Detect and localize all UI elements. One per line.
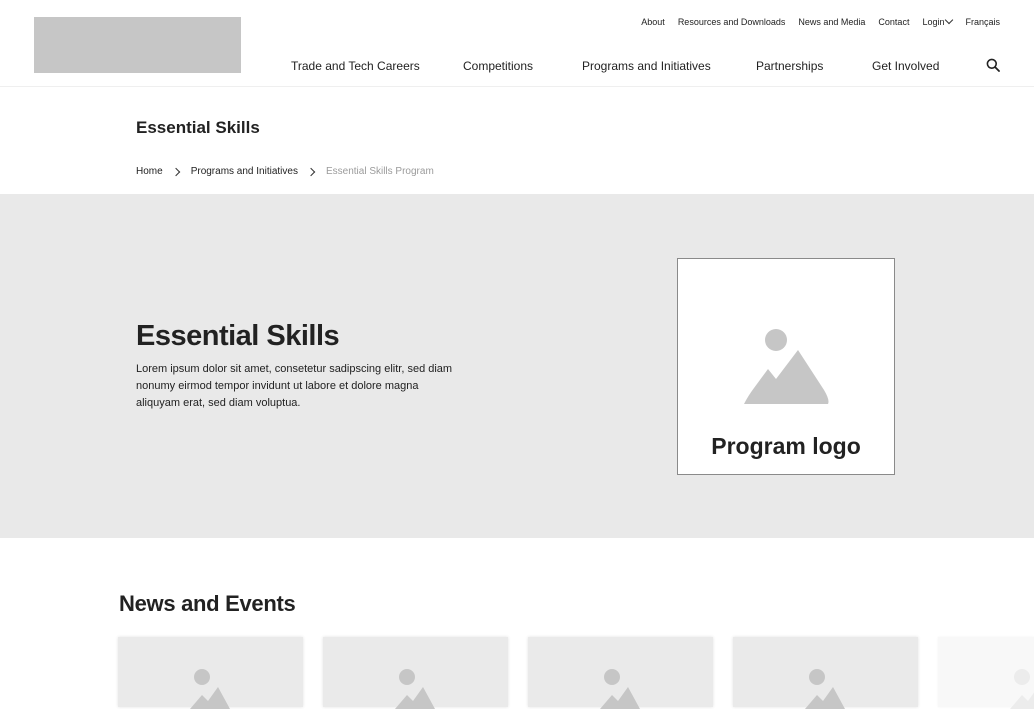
nav-item-get-involved[interactable]: Get Involved xyxy=(872,59,939,73)
image-placeholder-icon xyxy=(805,669,845,709)
nav-item-competitions[interactable]: Competitions xyxy=(463,59,533,73)
breadcrumb-home[interactable]: Home xyxy=(136,166,163,177)
nav-item-trade-tech-careers[interactable]: Trade and Tech Careers xyxy=(291,59,420,73)
chevron-right-icon xyxy=(171,167,180,176)
page-title-bar xyxy=(0,87,1034,194)
breadcrumb-current: Essential Skills Program xyxy=(325,166,434,177)
chevron-right-icon xyxy=(306,167,316,176)
hero-title: Essential Skills xyxy=(136,320,340,352)
program-logo-card: Program logo xyxy=(677,258,895,475)
image-placeholder-icon xyxy=(395,669,435,709)
utility-link-news-media[interactable]: News and Media xyxy=(798,17,865,27)
image-placeholder-icon xyxy=(600,669,640,709)
utility-link-contact[interactable]: Contact xyxy=(878,17,909,27)
image-placeholder-icon xyxy=(190,669,230,709)
utility-link-resources[interactable]: Resources and Downloads xyxy=(678,17,786,27)
utility-link-francais[interactable]: Français xyxy=(965,17,1000,27)
nav-item-programs-initiatives[interactable]: Programs and Initiatives xyxy=(582,59,711,73)
login-label: Login xyxy=(922,17,945,27)
utility-link-about[interactable]: About xyxy=(641,17,665,27)
login-dropdown[interactable]: Login xyxy=(922,15,954,27)
search-icon[interactable] xyxy=(986,58,1000,72)
news-events-title: News and Events xyxy=(119,591,296,616)
nav-item-partnerships[interactable]: Partnerships xyxy=(756,59,823,73)
program-logo-label: Program logo xyxy=(711,433,861,459)
chevron-down-icon xyxy=(945,15,954,25)
page-title: Essential Skills xyxy=(136,118,260,137)
breadcrumb: Home Programs and Initiatives Essential … xyxy=(136,166,434,177)
breadcrumb-programs-initiatives[interactable]: Programs and Initiatives xyxy=(191,166,298,177)
main-nav: Trade and Tech Careers Competitions Prog… xyxy=(0,59,1034,75)
hero-description: Lorem ipsum dolor sit amet, consetetur s… xyxy=(136,363,453,409)
image-placeholder-icon xyxy=(744,329,829,404)
utility-nav: About Resources and Downloads News and M… xyxy=(641,15,1000,27)
image-placeholder-icon xyxy=(1010,669,1034,709)
site-header: About Resources and Downloads News and M… xyxy=(0,0,1034,87)
